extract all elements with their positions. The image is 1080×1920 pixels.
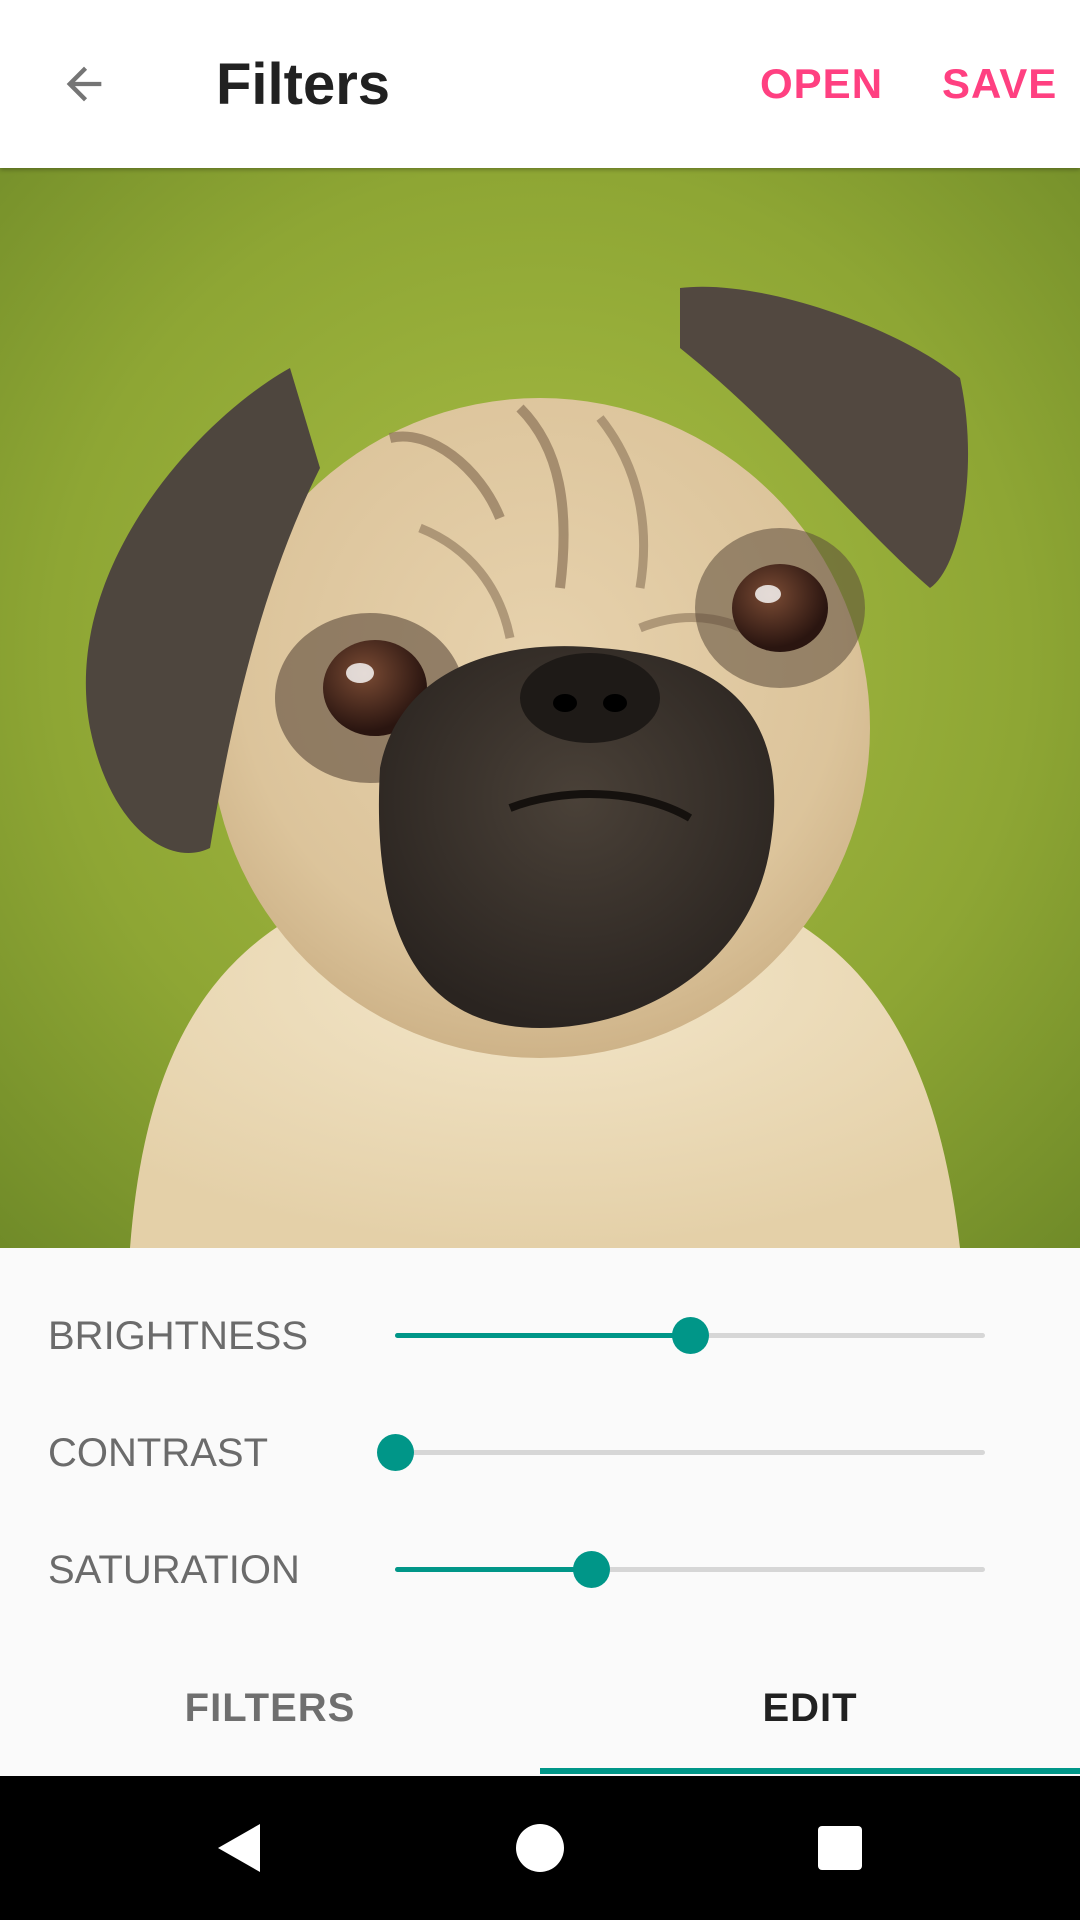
brightness-slider[interactable] [395,1286,985,1386]
page-title: Filters [216,52,391,117]
saturation-slider[interactable] [395,1520,985,1620]
nav-home-icon [516,1824,564,1872]
back-button[interactable] [44,44,124,124]
slider-thumb[interactable] [377,1434,414,1471]
slider-track [395,1450,985,1455]
saturation-label: SATURATION [48,1548,300,1592]
tab-indicator [540,1768,1080,1774]
slider-thumb[interactable] [573,1551,611,1588]
system-nav-bar [0,1776,1080,1920]
arrow-back-icon [66,66,102,102]
slider-thumb[interactable] [672,1317,709,1354]
contrast-row: CONTRAST [0,1403,1080,1503]
nav-back-icon [218,1824,260,1872]
nav-recents-icon [818,1826,862,1870]
brightness-label: BRIGHTNESS [48,1314,309,1358]
app-toolbar: Filters OPEN SAVE [0,0,1080,168]
tab-bar: FILTERS EDIT [0,1640,1080,1776]
nav-home-button[interactable] [490,1798,590,1898]
slider-fill [395,1567,592,1572]
adjustments-panel: BRIGHTNESS CONTRAST SATURATION [0,1248,1080,1640]
nav-back-button[interactable] [190,1798,290,1898]
tab-edit[interactable]: EDIT [540,1640,1080,1776]
contrast-label: CONTRAST [48,1431,268,1475]
brightness-row: BRIGHTNESS [0,1286,1080,1386]
saturation-row: SATURATION [0,1520,1080,1620]
nav-recents-button[interactable] [790,1798,890,1898]
open-button[interactable]: OPEN [760,58,883,110]
contrast-slider[interactable] [377,1403,985,1503]
slider-fill [395,1333,690,1338]
save-button[interactable]: SAVE [942,58,1057,110]
pug-photo [0,168,1080,1248]
tab-filters[interactable]: FILTERS [0,1640,540,1776]
